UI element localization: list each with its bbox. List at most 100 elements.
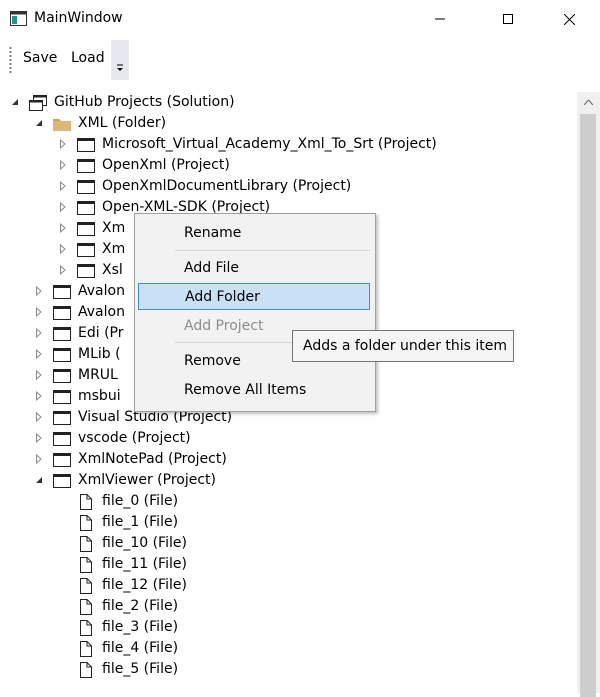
collapsed-arrow-icon[interactable] bbox=[58, 160, 68, 170]
toolbar-grip[interactable] bbox=[9, 46, 12, 74]
tree-item-label: vscode (Project) bbox=[78, 430, 191, 446]
tree-file-item[interactable]: file_2 (File) bbox=[0, 596, 577, 617]
collapsed-arrow-icon[interactable] bbox=[34, 370, 44, 380]
tree-item[interactable]: OpenXml (Project) bbox=[0, 155, 577, 176]
toolbar-overflow-button[interactable] bbox=[111, 40, 129, 80]
collapsed-arrow-icon[interactable] bbox=[34, 307, 44, 317]
scroll-up-button[interactable] bbox=[577, 92, 600, 113]
tree-item[interactable]: GitHub Projects (Solution) bbox=[0, 92, 577, 113]
tree-item-label: msbui bbox=[78, 388, 121, 404]
menu-item-label: Remove All Items bbox=[184, 382, 307, 398]
tree-file-item[interactable]: file_0 (File) bbox=[0, 491, 577, 512]
maximize-button[interactable] bbox=[485, 0, 531, 38]
collapsed-arrow-icon[interactable] bbox=[34, 412, 44, 422]
scrollbar-thumb[interactable] bbox=[580, 114, 596, 697]
tree-file-item[interactable]: file_10 (File) bbox=[0, 533, 577, 554]
collapsed-arrow-icon[interactable] bbox=[58, 181, 68, 191]
project-icon bbox=[76, 136, 96, 154]
collapsed-arrow-icon[interactable] bbox=[34, 286, 44, 296]
project-icon bbox=[76, 220, 96, 238]
project-icon bbox=[52, 451, 72, 469]
tree-item-label: file_3 (File) bbox=[102, 619, 179, 635]
project-icon bbox=[52, 472, 72, 490]
tree-item-label: Microsoft_Virtual_Academy_Xml_To_Srt (Pr… bbox=[102, 136, 437, 152]
context-menu: Rename Add File Add Folder Add Project Remov… bbox=[134, 213, 376, 412]
tree-item[interactable]: OpenXmlDocumentLibrary (Project) bbox=[0, 176, 577, 197]
collapsed-arrow-icon[interactable] bbox=[58, 202, 68, 212]
tree-item[interactable]: XmlViewer (Project) bbox=[0, 470, 577, 491]
tree-item-label: Xm bbox=[102, 220, 126, 236]
tree-file-item[interactable]: file_5 (File) bbox=[0, 659, 577, 680]
collapsed-arrow-icon[interactable] bbox=[34, 454, 44, 464]
tree-file-item[interactable]: file_1 (File) bbox=[0, 512, 577, 533]
toolbar: Save Load bbox=[0, 38, 600, 82]
tree-item-label: file_12 (File) bbox=[102, 577, 187, 593]
project-icon bbox=[76, 241, 96, 259]
vertical-scrollbar[interactable] bbox=[577, 92, 600, 697]
menu-item-remove-all-items[interactable]: Remove All Items bbox=[138, 377, 370, 404]
tree-file-item[interactable]: file_12 (File) bbox=[0, 575, 577, 596]
tree-item-label: OpenXml (Project) bbox=[102, 157, 230, 173]
file-icon bbox=[76, 598, 96, 616]
minimize-button[interactable] bbox=[417, 0, 463, 38]
tree-item-label: XmlViewer (Project) bbox=[78, 472, 216, 488]
project-icon bbox=[76, 178, 96, 196]
collapsed-arrow-icon[interactable] bbox=[58, 223, 68, 233]
window-title: MainWindow bbox=[34, 10, 123, 26]
tree-file-item[interactable]: file_11 (File) bbox=[0, 554, 577, 575]
tree-item-label: file_4 (File) bbox=[102, 640, 179, 656]
file-icon bbox=[76, 493, 96, 511]
project-icon bbox=[76, 157, 96, 175]
tree-file-item[interactable]: file_3 (File) bbox=[0, 617, 577, 638]
expanded-arrow-icon[interactable] bbox=[34, 118, 44, 128]
collapsed-arrow-icon[interactable] bbox=[34, 349, 44, 359]
tree-item[interactable]: vscode (Project) bbox=[0, 428, 577, 449]
tree-item-label: GitHub Projects (Solution) bbox=[54, 94, 235, 110]
tree-item[interactable]: XML (Folder) bbox=[0, 113, 577, 134]
collapsed-arrow-icon[interactable] bbox=[58, 244, 68, 254]
menu-item-rename[interactable]: Rename bbox=[138, 220, 370, 247]
collapsed-arrow-icon[interactable] bbox=[34, 433, 44, 443]
file-icon bbox=[76, 640, 96, 658]
maximize-icon bbox=[503, 14, 513, 24]
collapsed-arrow-icon[interactable] bbox=[58, 139, 68, 149]
menu-item-add-folder[interactable]: Add Folder bbox=[138, 283, 370, 310]
menu-item-label: Rename bbox=[184, 225, 242, 241]
minimize-icon bbox=[435, 18, 445, 20]
tree-item-label: file_5 (File) bbox=[102, 661, 179, 677]
load-button[interactable]: Load bbox=[71, 50, 105, 66]
tree-item-label: Avalon bbox=[78, 304, 125, 320]
overflow-chevron-icon bbox=[117, 64, 123, 71]
menu-item-add-file[interactable]: Add File bbox=[138, 255, 370, 282]
expanded-arrow-icon[interactable] bbox=[10, 97, 20, 107]
tree-item[interactable]: XmlNotePad (Project) bbox=[0, 449, 577, 470]
expanded-arrow-icon[interactable] bbox=[34, 475, 44, 485]
tree-file-item[interactable]: file_4 (File) bbox=[0, 638, 577, 659]
close-button[interactable] bbox=[546, 0, 592, 38]
tree-item-label: MLib ( bbox=[78, 346, 121, 362]
file-icon bbox=[76, 577, 96, 595]
tree-item-label: XML (Folder) bbox=[78, 115, 167, 131]
close-icon bbox=[563, 13, 575, 25]
tree-item-label: Edi (Pr bbox=[78, 325, 124, 341]
save-button[interactable]: Save bbox=[23, 50, 57, 66]
collapsed-arrow-icon[interactable] bbox=[34, 328, 44, 338]
title-bar: MainWindow bbox=[0, 0, 600, 38]
tree-item-label: file_10 (File) bbox=[102, 535, 187, 551]
menu-item-label: Add Folder bbox=[185, 289, 260, 305]
tree-item-label: OpenXmlDocumentLibrary (Project) bbox=[102, 178, 352, 194]
tree-item-label: Xm bbox=[102, 241, 126, 257]
app-icon bbox=[10, 11, 27, 26]
collapsed-arrow-icon[interactable] bbox=[34, 391, 44, 401]
tree-item-label: file_2 (File) bbox=[102, 598, 179, 614]
tooltip-text: Adds a folder under this item bbox=[303, 338, 508, 354]
tree-item-label: MRUL bbox=[78, 367, 118, 383]
project-icon bbox=[76, 199, 96, 217]
project-icon bbox=[52, 367, 72, 385]
file-icon bbox=[76, 514, 96, 532]
collapsed-arrow-icon[interactable] bbox=[58, 265, 68, 275]
tree-item-label: file_1 (File) bbox=[102, 514, 179, 530]
tree-item-label: Xsl bbox=[102, 262, 123, 278]
tree-item[interactable]: Microsoft_Virtual_Academy_Xml_To_Srt (Pr… bbox=[0, 134, 577, 155]
file-icon bbox=[76, 556, 96, 574]
